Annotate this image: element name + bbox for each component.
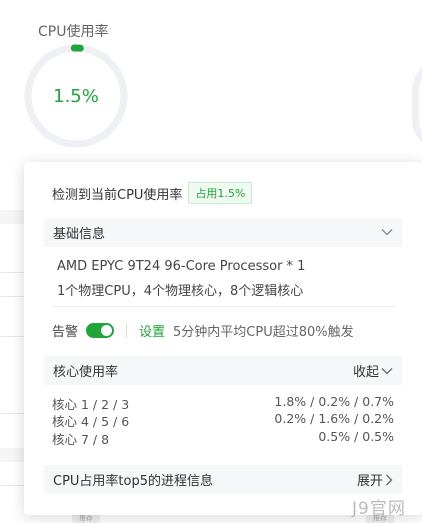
- basic-info-label: 基础信息: [53, 227, 106, 242]
- cpu-usage-title: CPU使用率: [38, 24, 109, 40]
- core-usage-row: 核心 4 / 5 / 6 0.2% / 1.6% / 0.2%: [52, 411, 394, 430]
- divider: [52, 306, 396, 307]
- popover-title: 检测到当前CPU使用率: [52, 187, 183, 203]
- core-usage-label: 核心使用率: [53, 365, 119, 380]
- cpu-usage-value: 1.5%: [53, 86, 99, 107]
- core-ids: 核心 4 / 5 / 6: [52, 414, 130, 429]
- core-usage-toggle[interactable]: 收起: [353, 361, 393, 380]
- alarm-toggle[interactable]: [86, 323, 115, 338]
- chevron-down-icon[interactable]: [381, 226, 393, 239]
- table-row-divider: [0, 413, 24, 414]
- table-row-divider: [0, 485, 24, 486]
- table-row-divider: [0, 336, 24, 337]
- top5-label: CPU占用率top5的进程信息: [53, 474, 214, 489]
- cpu-detail-popover: 检测到当前CPU使用率 占用1.5% 基础信息 AMD EPYC 9T24 96…: [24, 162, 422, 515]
- table-row-divider: [0, 296, 24, 297]
- recommend-tag[interactable]: 推荐: [72, 514, 100, 523]
- cpu-model-text: AMD EPYC 9T24 96-Core Processor * 1: [57, 259, 306, 274]
- basic-info-header[interactable]: 基础信息: [44, 218, 402, 247]
- watermark: J9官网: [352, 499, 406, 519]
- alarm-settings-link[interactable]: 设置: [139, 321, 165, 340]
- core-ids: 核心 7 / 8: [52, 432, 110, 447]
- alarm-row: 告警 设置 5分钟内平均CPU超过80%触发: [52, 321, 354, 340]
- toggle-knob: [101, 325, 113, 336]
- table-header-strip: [0, 210, 24, 224]
- expand-label: 展开: [356, 474, 383, 489]
- popover-header: 检测到当前CPU使用率 占用1.5%: [52, 182, 253, 204]
- core-usage-row: 核心 7 / 8 0.5% / 0.5%: [52, 429, 394, 448]
- memory-gauge-partial[interactable]: [412, 60, 422, 150]
- separator: [126, 323, 128, 338]
- alarm-label: 告警: [52, 325, 79, 340]
- top5-expand-button[interactable]: 展开: [357, 470, 393, 489]
- top5-process-header[interactable]: CPU占用率top5的进程信息 展开: [44, 465, 402, 494]
- core-values: 0.2% / 1.6% / 0.2%: [274, 411, 394, 426]
- chevron-right-icon: [386, 474, 393, 485]
- chevron-down-icon: [381, 367, 393, 374]
- table-header-strip: [0, 448, 24, 462]
- cpu-cores-text: 1个物理CPU，4个物理核心，8个逻辑核心: [57, 284, 304, 299]
- core-usage-header[interactable]: 核心使用率 收起: [44, 356, 402, 385]
- cpu-usage-badge: 占用1.5%: [188, 182, 253, 204]
- core-values: 0.5% / 0.5%: [318, 429, 394, 444]
- collapse-label: 收起: [352, 365, 379, 380]
- table-row-divider: [0, 272, 24, 273]
- alarm-description: 5分钟内平均CPU超过80%触发: [173, 325, 354, 340]
